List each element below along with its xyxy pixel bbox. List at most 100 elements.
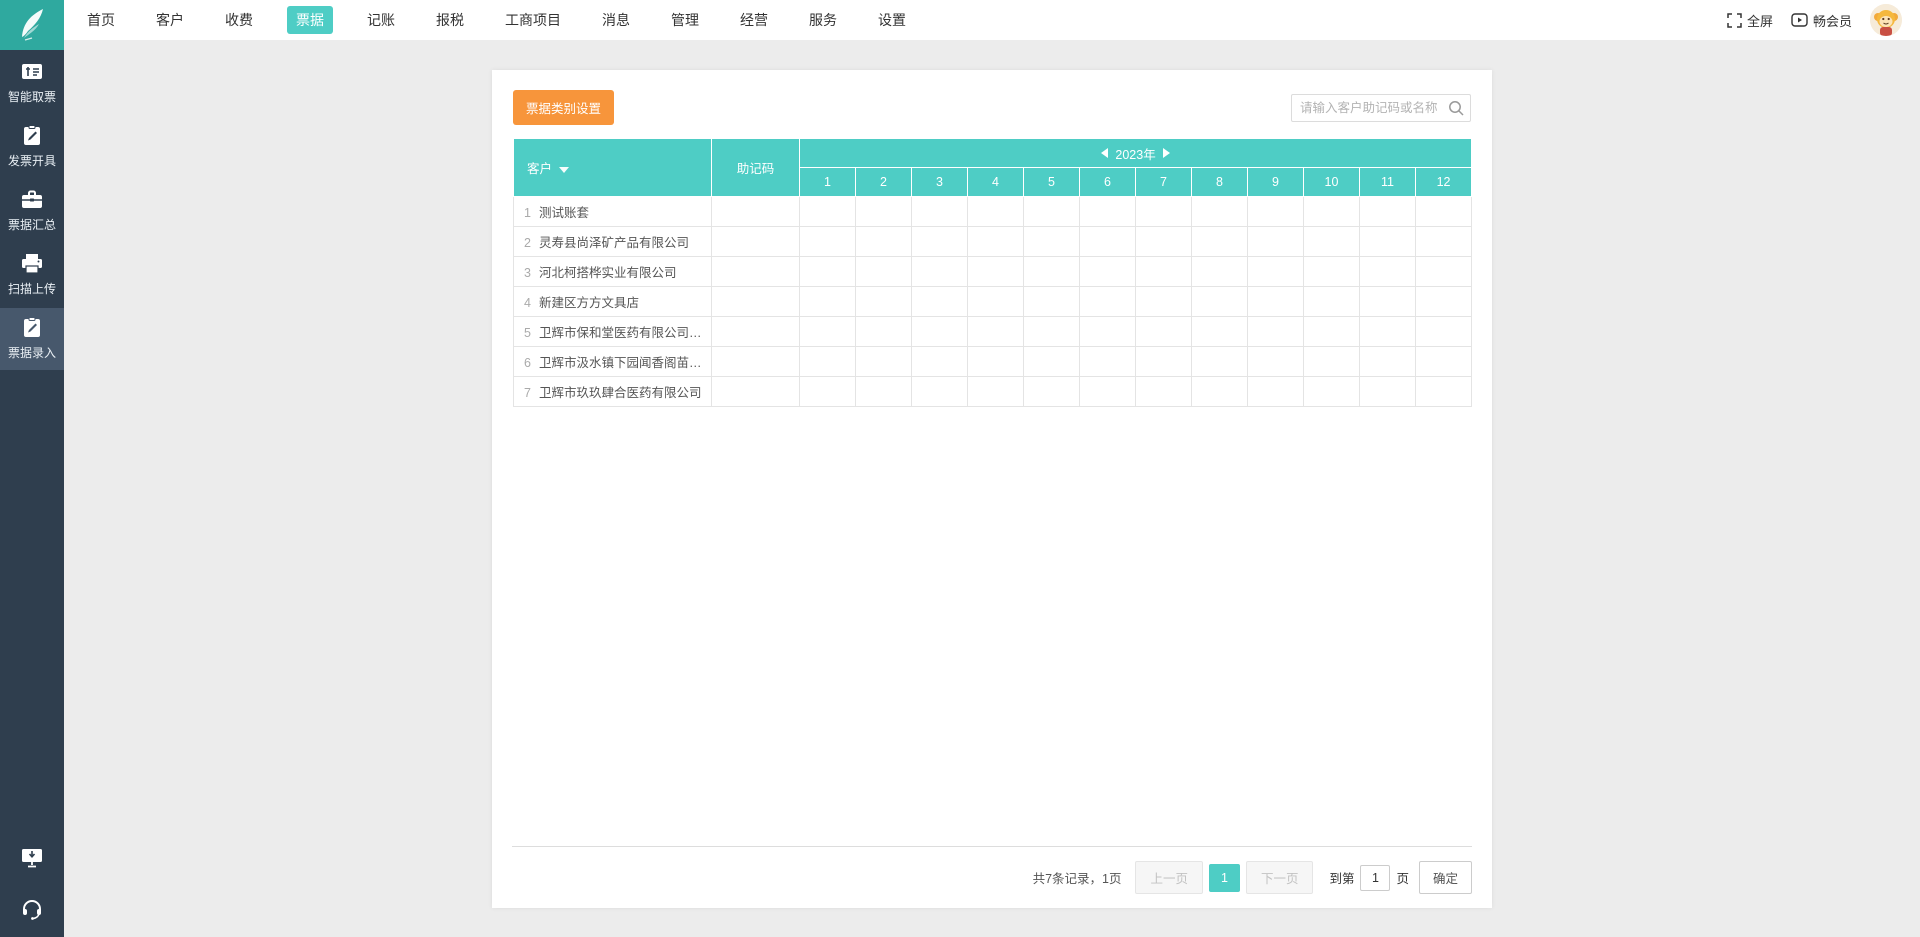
month-cell[interactable] [912, 377, 968, 407]
mnemonic-cell[interactable] [712, 257, 800, 287]
month-cell[interactable] [1136, 377, 1192, 407]
month-cell[interactable] [1080, 317, 1136, 347]
fullscreen-button[interactable]: 全屏 [1727, 11, 1773, 30]
month-cell[interactable] [968, 257, 1024, 287]
sidebar-item-ticket-summary[interactable]: 票据汇总 [0, 180, 64, 242]
sidebar-item-ticket-entry[interactable]: 票据录入 [0, 308, 64, 370]
month-header[interactable]: 7 [1136, 168, 1192, 197]
month-cell[interactable] [912, 317, 968, 347]
month-cell[interactable] [912, 257, 968, 287]
mnemonic-cell[interactable] [712, 347, 800, 377]
month-cell[interactable] [1248, 377, 1304, 407]
month-header[interactable]: 5 [1024, 168, 1080, 197]
month-cell[interactable] [1360, 287, 1416, 317]
month-header[interactable]: 12 [1416, 168, 1472, 197]
month-cell[interactable] [1248, 287, 1304, 317]
nav-item-settings[interactable]: 设置 [871, 6, 913, 34]
month-cell[interactable] [1136, 347, 1192, 377]
month-cell[interactable] [1416, 317, 1472, 347]
month-cell[interactable] [1136, 257, 1192, 287]
month-cell[interactable] [856, 197, 912, 227]
month-cell[interactable] [1416, 197, 1472, 227]
next-page-button[interactable]: 下一页 [1246, 861, 1314, 894]
month-cell[interactable] [912, 287, 968, 317]
customer-column-header[interactable]: 客户 [514, 139, 712, 197]
mnemonic-cell[interactable] [712, 377, 800, 407]
mnemonic-cell[interactable] [712, 227, 800, 257]
prev-year-arrow[interactable] [1101, 148, 1108, 158]
month-cell[interactable] [912, 197, 968, 227]
month-cell[interactable] [968, 347, 1024, 377]
customer-name-cell[interactable]: 7卫辉市玖玖肆合医药有限公司 [514, 377, 712, 407]
month-cell[interactable] [1416, 347, 1472, 377]
month-cell[interactable] [912, 227, 968, 257]
month-cell[interactable] [968, 287, 1024, 317]
month-cell[interactable] [1024, 287, 1080, 317]
month-cell[interactable] [1024, 317, 1080, 347]
sidebar-item-scan-upload[interactable]: 扫描上传 [0, 244, 64, 306]
nav-item-messages[interactable]: 消息 [595, 6, 637, 34]
month-cell[interactable] [1416, 227, 1472, 257]
month-cell[interactable] [856, 377, 912, 407]
month-cell[interactable] [1416, 377, 1472, 407]
customer-name-cell[interactable]: 3河北柯搭桦实业有限公司 [514, 257, 712, 287]
month-cell[interactable] [856, 287, 912, 317]
month-cell[interactable] [800, 317, 856, 347]
month-cell[interactable] [1248, 197, 1304, 227]
month-cell[interactable] [800, 197, 856, 227]
month-header[interactable]: 10 [1304, 168, 1360, 197]
current-page-button[interactable]: 1 [1209, 864, 1240, 892]
sidebar-item-smart-ticket[interactable]: 智能取票 [0, 52, 64, 114]
month-cell[interactable] [1192, 377, 1248, 407]
month-header[interactable]: 2 [856, 168, 912, 197]
month-cell[interactable] [800, 347, 856, 377]
customer-name-cell[interactable]: 2灵寿县尚泽矿产品有限公司 [514, 227, 712, 257]
nav-item-customers[interactable]: 客户 [149, 6, 191, 34]
app-logo[interactable] [0, 0, 64, 50]
month-cell[interactable] [968, 377, 1024, 407]
month-cell[interactable] [1080, 287, 1136, 317]
month-cell[interactable] [1192, 287, 1248, 317]
month-cell[interactable] [1192, 317, 1248, 347]
month-cell[interactable] [1360, 347, 1416, 377]
nav-item-management[interactable]: 管理 [664, 6, 706, 34]
month-cell[interactable] [1360, 257, 1416, 287]
month-cell[interactable] [1248, 257, 1304, 287]
sort-caret-icon[interactable] [559, 167, 569, 173]
nav-item-home[interactable]: 首页 [80, 6, 122, 34]
month-header[interactable]: 11 [1360, 168, 1416, 197]
month-cell[interactable] [1024, 257, 1080, 287]
month-cell[interactable] [1080, 257, 1136, 287]
month-cell[interactable] [1136, 227, 1192, 257]
client-download-button[interactable] [20, 847, 44, 874]
customer-search-input[interactable] [1292, 101, 1470, 115]
month-cell[interactable] [1192, 257, 1248, 287]
nav-item-services[interactable]: 服务 [802, 6, 844, 34]
month-cell[interactable] [1192, 227, 1248, 257]
nav-item-tickets[interactable]: 票据 [287, 6, 333, 34]
month-cell[interactable] [856, 257, 912, 287]
month-cell[interactable] [1360, 197, 1416, 227]
month-cell[interactable] [1248, 317, 1304, 347]
month-cell[interactable] [1080, 347, 1136, 377]
month-cell[interactable] [800, 257, 856, 287]
month-cell[interactable] [1080, 197, 1136, 227]
month-cell[interactable] [1304, 317, 1360, 347]
mnemonic-cell[interactable] [712, 287, 800, 317]
month-header[interactable]: 9 [1248, 168, 1304, 197]
month-cell[interactable] [1080, 227, 1136, 257]
month-header[interactable]: 3 [912, 168, 968, 197]
month-cell[interactable] [1136, 317, 1192, 347]
nav-item-operations[interactable]: 经营 [733, 6, 775, 34]
mnemonic-cell[interactable] [712, 197, 800, 227]
month-header[interactable]: 1 [800, 168, 856, 197]
nav-item-fees[interactable]: 收费 [218, 6, 260, 34]
month-header[interactable]: 4 [968, 168, 1024, 197]
month-cell[interactable] [1304, 227, 1360, 257]
customer-name-cell[interactable]: 1测试账套 [514, 197, 712, 227]
month-cell[interactable] [1024, 347, 1080, 377]
month-cell[interactable] [968, 197, 1024, 227]
prev-page-button[interactable]: 上一页 [1135, 861, 1203, 894]
next-year-arrow[interactable] [1163, 148, 1170, 158]
month-cell[interactable] [1304, 287, 1360, 317]
